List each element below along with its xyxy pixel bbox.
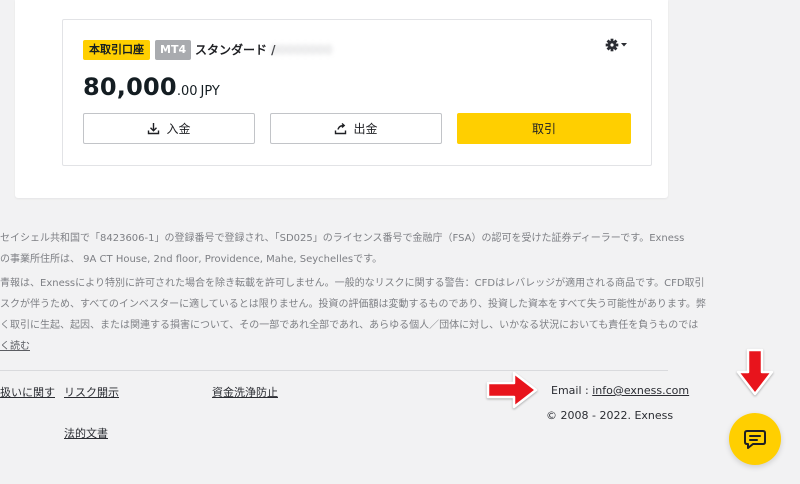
balance-integer: 80,000 — [83, 73, 177, 101]
footer-divider — [0, 370, 668, 371]
deposit-label: 入金 — [166, 122, 191, 136]
annotation-arrow-down-icon — [736, 348, 774, 396]
legal-documents-link[interactable]: 法的文書 — [64, 425, 108, 441]
chevron-down-icon — [621, 43, 627, 47]
deposit-button[interactable]: 入金 — [83, 113, 255, 144]
email-label: Email : — [551, 384, 593, 397]
account-card: 本取引口座 MT4 スタンダード / 00000000 80,000.00 JP… — [62, 19, 652, 166]
legal-line: の事業所住所は、 9A CT House, 2nd floor, Provide… — [0, 254, 383, 265]
email-link[interactable]: info@exness.com — [592, 384, 689, 397]
real-account-badge: 本取引口座 — [83, 40, 150, 60]
account-type-label: スタンダード / — [195, 43, 276, 57]
aml-link[interactable]: 資金洗浄防止 — [212, 384, 278, 400]
legal-paragraph-risk: 青報は、Exnessにより特別に許可された場合を除き転載を許可しません。一般的な… — [0, 273, 706, 357]
chat-icon — [744, 430, 766, 449]
copyright: © 2008 - 2022. Exness — [546, 409, 674, 422]
upload-icon — [335, 122, 347, 135]
chat-button[interactable] — [729, 413, 781, 465]
contact-email: Email : info@exness.com — [551, 384, 689, 397]
legal-line: く取引に生起、起因、または関連する損害について、その一部であれ全部であれ、あらゆ… — [0, 320, 699, 331]
withdraw-label: 出金 — [353, 122, 378, 136]
balance-decimal: .00 — [176, 84, 198, 99]
settings-menu-button[interactable] — [605, 36, 631, 54]
privacy-link[interactable]: 扱いに関す — [0, 384, 55, 400]
withdraw-button[interactable]: 出金 — [270, 113, 442, 144]
balance-currency: JPY — [200, 84, 220, 99]
legal-line: セイシェル共和国で「8423606-1」の登録番号で登録され、「SD025」のラ… — [0, 233, 685, 244]
account-panel: 本取引口座 MT4 スタンダード / 00000000 80,000.00 JP… — [15, 0, 668, 198]
risk-disclosure-link[interactable]: リスク開示 — [64, 384, 119, 400]
legal-paragraph-registration: セイシェル共和国で「8423606-1」の登録番号で登録され、「SD025」のラ… — [0, 228, 685, 270]
gear-icon — [605, 38, 627, 52]
account-number: 00000000 — [271, 43, 333, 57]
trade-button[interactable]: 取引 — [457, 113, 631, 144]
read-more-link[interactable]: く読む — [0, 336, 660, 357]
platform-badge: MT4 — [155, 40, 192, 60]
download-icon — [148, 123, 160, 135]
legal-line: スクが伴うため、すべてのインベスターに適しているとは限りません。投資の評価額は変… — [0, 299, 706, 310]
legal-line: 青報は、Exnessにより特別に許可された場合を除き転載を許可しません。一般的な… — [0, 278, 705, 289]
balance: 80,000.00 JPY — [83, 72, 220, 107]
annotation-arrow-right-icon — [486, 371, 538, 409]
trade-label: 取引 — [531, 122, 556, 136]
